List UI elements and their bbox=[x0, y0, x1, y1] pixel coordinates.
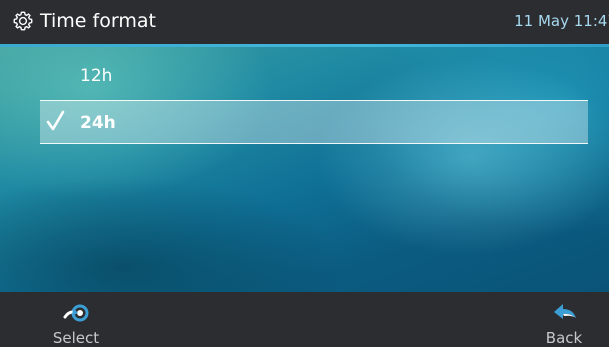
softkey-bar: Select Back bbox=[0, 292, 609, 347]
check-icon bbox=[46, 109, 66, 133]
menu-item-label: 12h bbox=[80, 66, 113, 86]
page-title: Time format bbox=[40, 10, 156, 32]
select-softkey[interactable]: Select bbox=[36, 292, 116, 347]
menu-area: 12h 24h bbox=[0, 47, 609, 292]
menu-item-24h[interactable]: 24h bbox=[40, 100, 588, 144]
clock: 11 May 11:47 bbox=[514, 12, 609, 30]
back-softkey[interactable]: Back bbox=[524, 292, 604, 347]
menu-item-12h[interactable]: 12h bbox=[40, 54, 588, 98]
select-label: Select bbox=[52, 329, 100, 347]
menu-item-label: 24h bbox=[80, 113, 116, 133]
back-label: Back bbox=[545, 329, 583, 347]
phone-screen: Time format 11 May 11:47 12h 24h Select … bbox=[0, 0, 609, 347]
title-bar: Time format 11 May 11:47 bbox=[0, 0, 609, 44]
gear-icon bbox=[12, 10, 34, 32]
